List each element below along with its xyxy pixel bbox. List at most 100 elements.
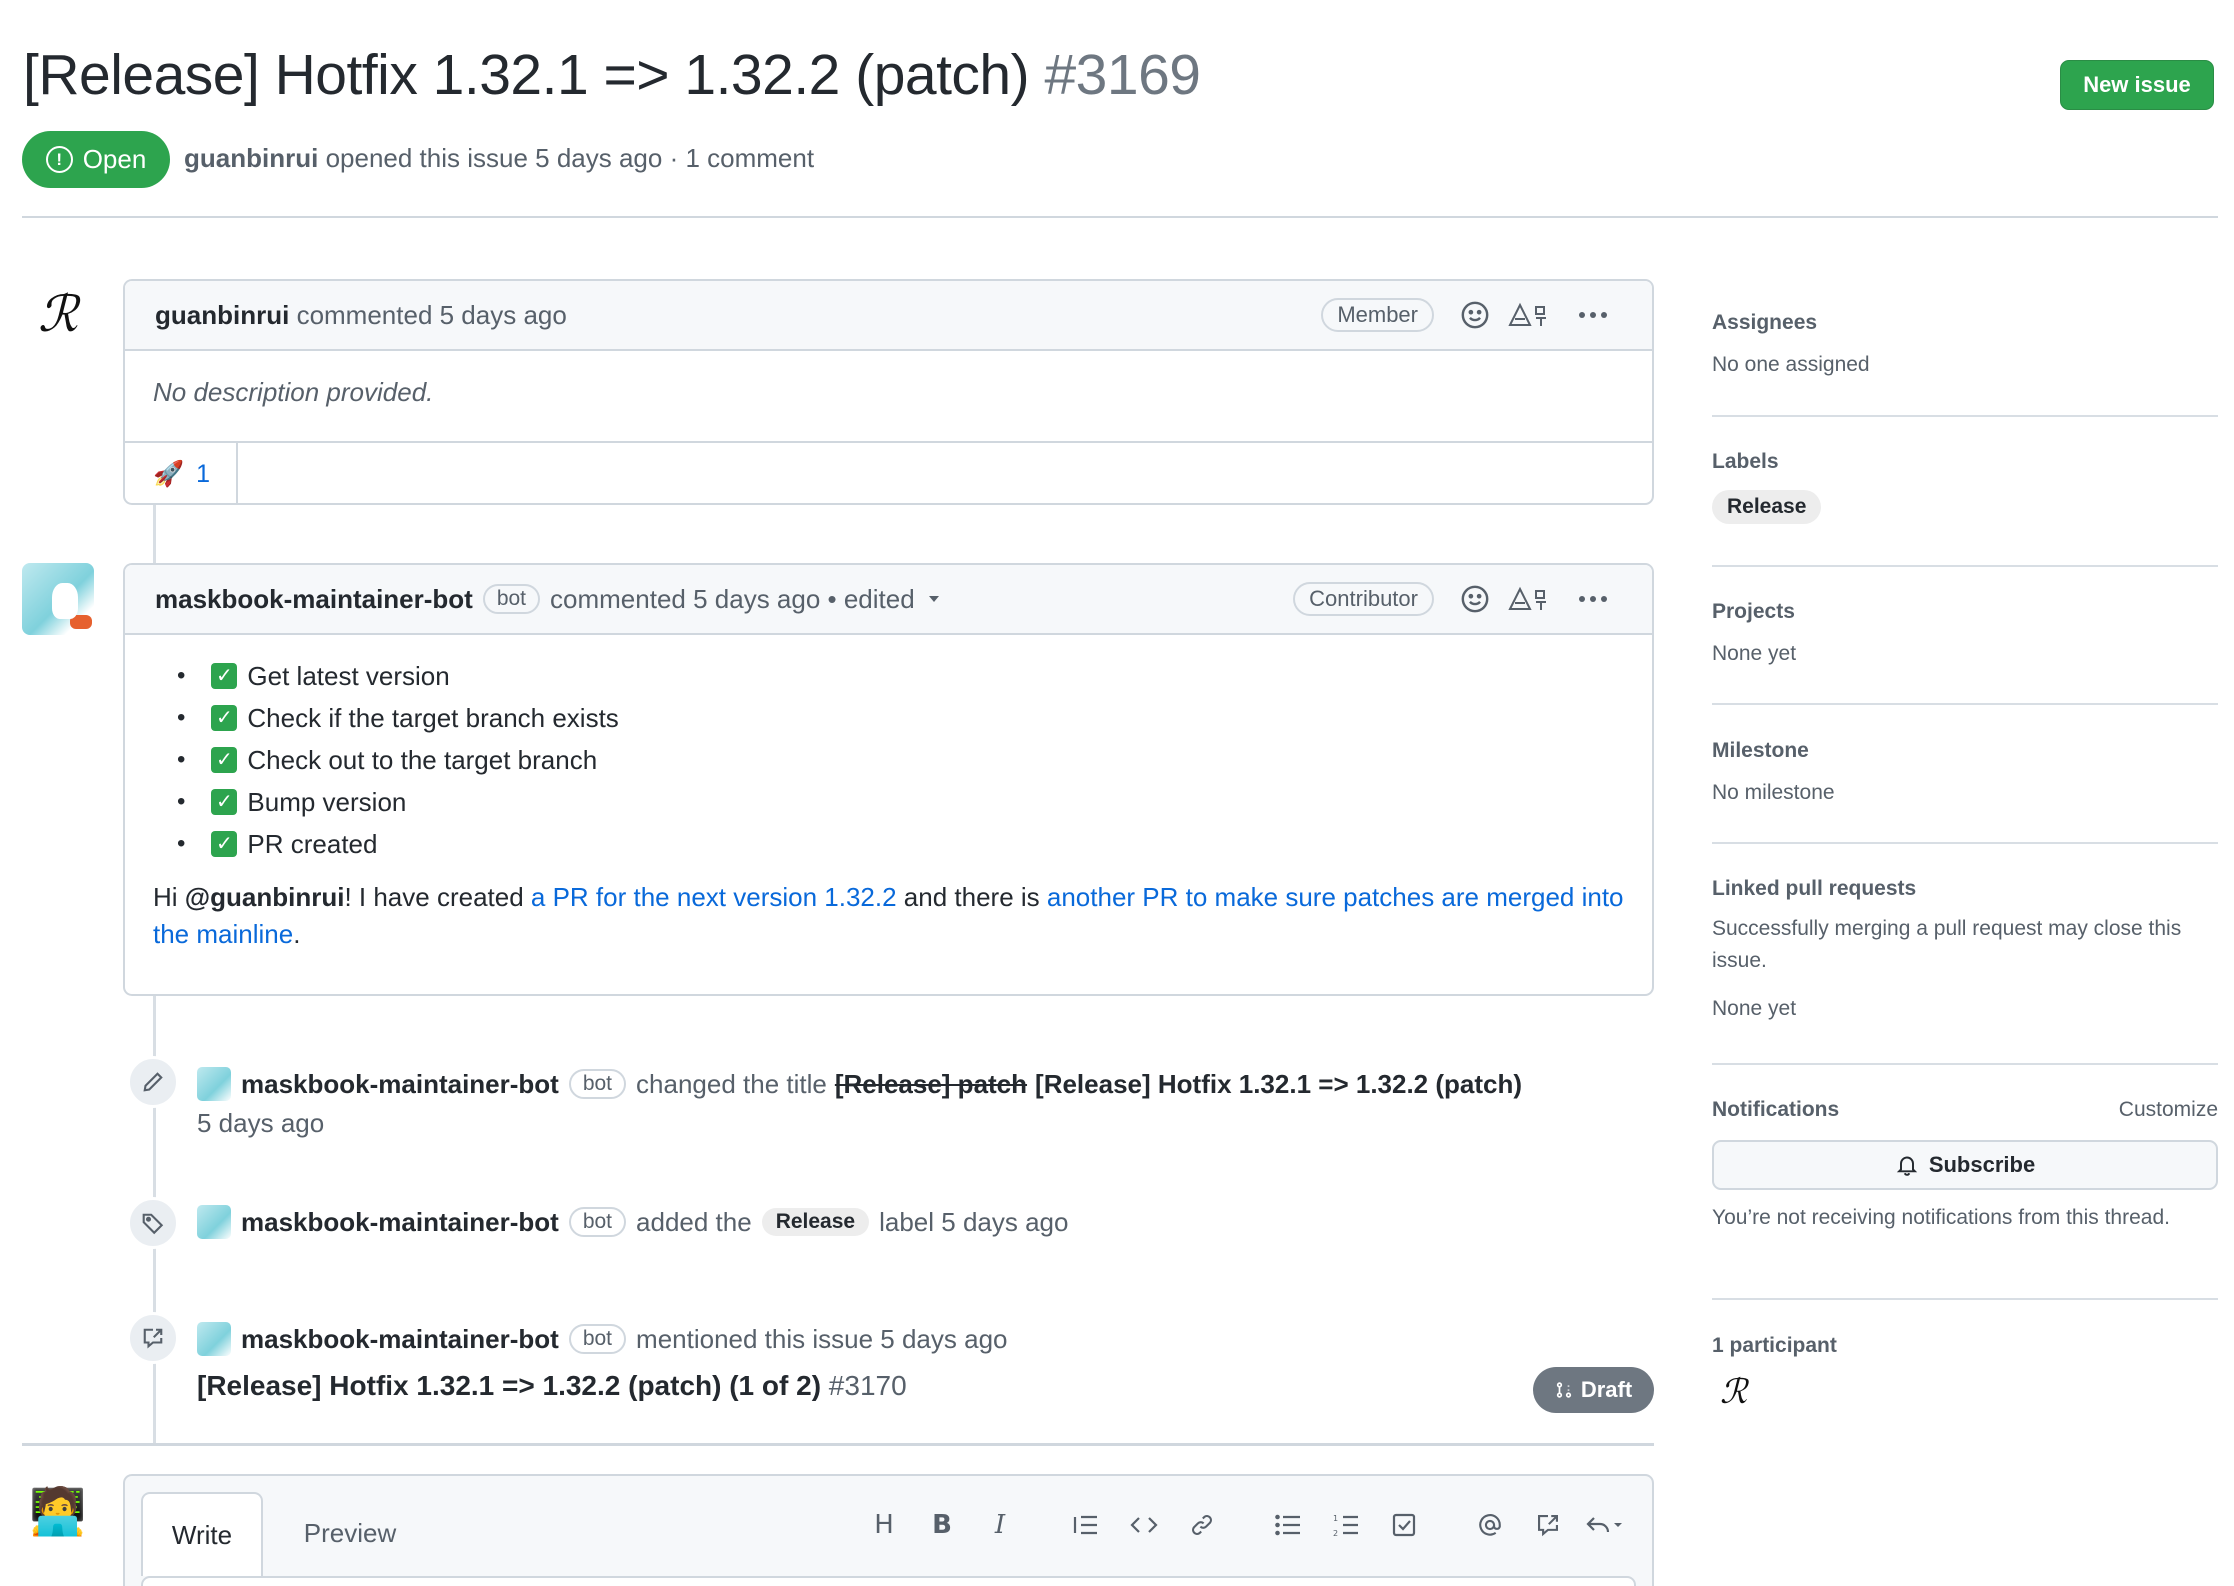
- author-avatar[interactable]: ℛ: [30, 285, 86, 343]
- participants-heading: 1 participant: [1712, 1334, 1837, 1357]
- linked-prs-heading[interactable]: Linked pull requests: [1712, 877, 2218, 901]
- task-list-icon[interactable]: [1375, 1502, 1433, 1548]
- check-mark-icon: ✓: [211, 789, 238, 815]
- markdown-toolbar: H B I 12: [855, 1502, 1635, 1548]
- bot-badge: bot: [482, 584, 541, 614]
- projects-heading[interactable]: Projects: [1712, 600, 2218, 624]
- heading-icon[interactable]: H: [855, 1502, 913, 1548]
- comment-body: No description provided.: [153, 377, 434, 407]
- sidebar-labels: Labels Release: [1712, 450, 2218, 524]
- check-mark-icon: ✓: [211, 747, 238, 773]
- kebab-icon[interactable]: [1576, 582, 1610, 616]
- translate-icon[interactable]: [1506, 582, 1554, 616]
- italic-icon[interactable]: I: [971, 1502, 1029, 1548]
- comment-body: ✓Get latest version ✓Check if the target…: [125, 635, 1652, 973]
- issue-author-link[interactable]: guanbinrui: [184, 143, 318, 173]
- sidebar-divider: [1712, 703, 2218, 705]
- subscribe-button[interactable]: Subscribe: [1712, 1140, 2218, 1190]
- user-mention-link[interactable]: @guanbinrui: [185, 882, 345, 912]
- sidebar-participants: 1 participant ℛ: [1712, 1334, 2218, 1412]
- open-issue-icon: !: [45, 146, 73, 173]
- check-mark-icon: ✓: [211, 663, 238, 689]
- checklist-item: ✓Check out to the target branch: [177, 739, 1624, 781]
- rocket-icon: 🚀: [153, 459, 185, 488]
- sidebar-projects: Projects None yet: [1712, 600, 2218, 670]
- sidebar-divider: [1712, 1298, 2218, 1300]
- unordered-list-icon[interactable]: [1259, 1502, 1317, 1548]
- pencil-icon: [127, 1056, 179, 1108]
- participant-avatar[interactable]: ℛ: [1720, 1372, 2218, 1412]
- svg-text:2: 2: [1333, 1529, 1338, 1537]
- rocket-reaction-button[interactable]: 🚀 1: [125, 443, 239, 503]
- labels-heading[interactable]: Labels: [1712, 450, 2218, 474]
- milestone-heading[interactable]: Milestone: [1712, 739, 2218, 763]
- check-mark-icon: ✓: [211, 705, 238, 731]
- event-actor-link[interactable]: maskbook-maintainer-bot: [241, 1069, 559, 1100]
- sidebar-assignees: Assignees No one assigned: [1712, 311, 2218, 381]
- bot-badge: bot: [568, 1324, 627, 1354]
- mention-icon[interactable]: [1461, 1502, 1519, 1548]
- assignees-heading[interactable]: Assignees: [1712, 311, 2218, 335]
- customize-notifications-link[interactable]: Customize: [2119, 1098, 2218, 1122]
- event-actor-link[interactable]: maskbook-maintainer-bot: [241, 1207, 559, 1238]
- event-action: added the: [636, 1206, 752, 1237]
- assignees-value: No one assigned: [1712, 353, 1870, 376]
- edited-dropdown-icon[interactable]: [927, 594, 941, 604]
- tag-icon: [127, 1197, 179, 1249]
- old-title: [Release] patch: [834, 1068, 1028, 1099]
- event-actor-link[interactable]: maskbook-maintainer-bot: [241, 1324, 559, 1355]
- smiley-icon[interactable]: [1458, 298, 1492, 332]
- tab-write[interactable]: Write: [141, 1492, 263, 1576]
- translate-icon[interactable]: [1506, 298, 1554, 332]
- code-icon[interactable]: [1115, 1502, 1173, 1548]
- release-label[interactable]: Release: [761, 1208, 870, 1236]
- event-timestamp[interactable]: 5 days ago: [197, 1108, 324, 1139]
- comment-1: guanbinrui commented 5 days ago Member N…: [123, 279, 1654, 505]
- bot-avatar-small[interactable]: [197, 1067, 231, 1101]
- reply-icon[interactable]: [1577, 1502, 1635, 1548]
- referenced-pr-link[interactable]: [Release] Hotfix 1.32.1 => 1.32.2 (patch…: [197, 1370, 907, 1402]
- comment-timestamp[interactable]: commented 5 days ago • edited: [550, 584, 915, 615]
- timeline-end-divider: [22, 1443, 1654, 1446]
- kebab-icon[interactable]: [1576, 298, 1610, 332]
- event-labeled: maskbook-maintainer-bot bot added the Re…: [197, 1205, 1068, 1239]
- event-renamed: maskbook-maintainer-bot bot changed the …: [197, 1067, 1522, 1101]
- tab-preview[interactable]: Preview: [285, 1492, 415, 1574]
- comment-author-link[interactable]: guanbinrui: [155, 300, 289, 331]
- bold-icon[interactable]: B: [913, 1502, 971, 1548]
- new-issue-button[interactable]: New issue: [2060, 60, 2214, 110]
- bot-avatar-small[interactable]: [197, 1322, 231, 1356]
- pull-request-draft-icon: [1555, 1381, 1573, 1399]
- quote-icon[interactable]: [1057, 1502, 1115, 1548]
- projects-value: None yet: [1712, 642, 1797, 665]
- bell-icon: [1895, 1153, 1919, 1177]
- ordered-list-icon[interactable]: 12: [1317, 1502, 1375, 1548]
- bot-avatar-small[interactable]: [197, 1205, 231, 1239]
- milestone-value: No milestone: [1712, 781, 1835, 804]
- checklist-item: ✓Bump version: [177, 781, 1624, 823]
- comment-textarea[interactable]: [141, 1576, 1636, 1586]
- comment-timestamp[interactable]: commented 5 days ago: [297, 300, 567, 331]
- linked-prs-value: None yet: [1712, 997, 1797, 1020]
- sidebar-divider: [1712, 565, 2218, 567]
- comment-header: guanbinrui commented 5 days ago Member: [125, 281, 1652, 351]
- event-cross-referenced: maskbook-maintainer-bot bot mentioned th…: [197, 1322, 1007, 1356]
- checklist-item: ✓Get latest version: [177, 655, 1624, 697]
- comment-paragraph: Hi @guanbinrui! I have created a PR for …: [153, 882, 1624, 949]
- smiley-icon[interactable]: [1458, 582, 1492, 616]
- linked-prs-description: Successfully merging a pull request may …: [1712, 917, 2182, 972]
- issue-number: #3169: [1044, 43, 1201, 107]
- issue-opened-text: opened this issue 5 days ago · 1 comment: [325, 143, 815, 173]
- sidebar-divider: [1712, 1063, 2218, 1065]
- new-title: [Release] Hotfix 1.32.1 => 1.32.2 (patch…: [1035, 1068, 1523, 1099]
- link-icon[interactable]: [1173, 1502, 1231, 1548]
- bot-avatar[interactable]: [22, 563, 94, 635]
- pr-link-next-version[interactable]: a PR for the next version 1.32.2: [531, 882, 897, 912]
- checklist: ✓Get latest version ✓Check if the target…: [177, 655, 1624, 865]
- issue-state-label: Open: [82, 144, 147, 174]
- release-label[interactable]: Release: [1712, 490, 1822, 524]
- comment-author-link[interactable]: maskbook-maintainer-bot: [155, 584, 473, 615]
- event-action: changed the title: [636, 1068, 827, 1099]
- reference-icon[interactable]: [1519, 1502, 1577, 1548]
- current-user-avatar[interactable]: 🧑‍💻: [29, 1483, 86, 1539]
